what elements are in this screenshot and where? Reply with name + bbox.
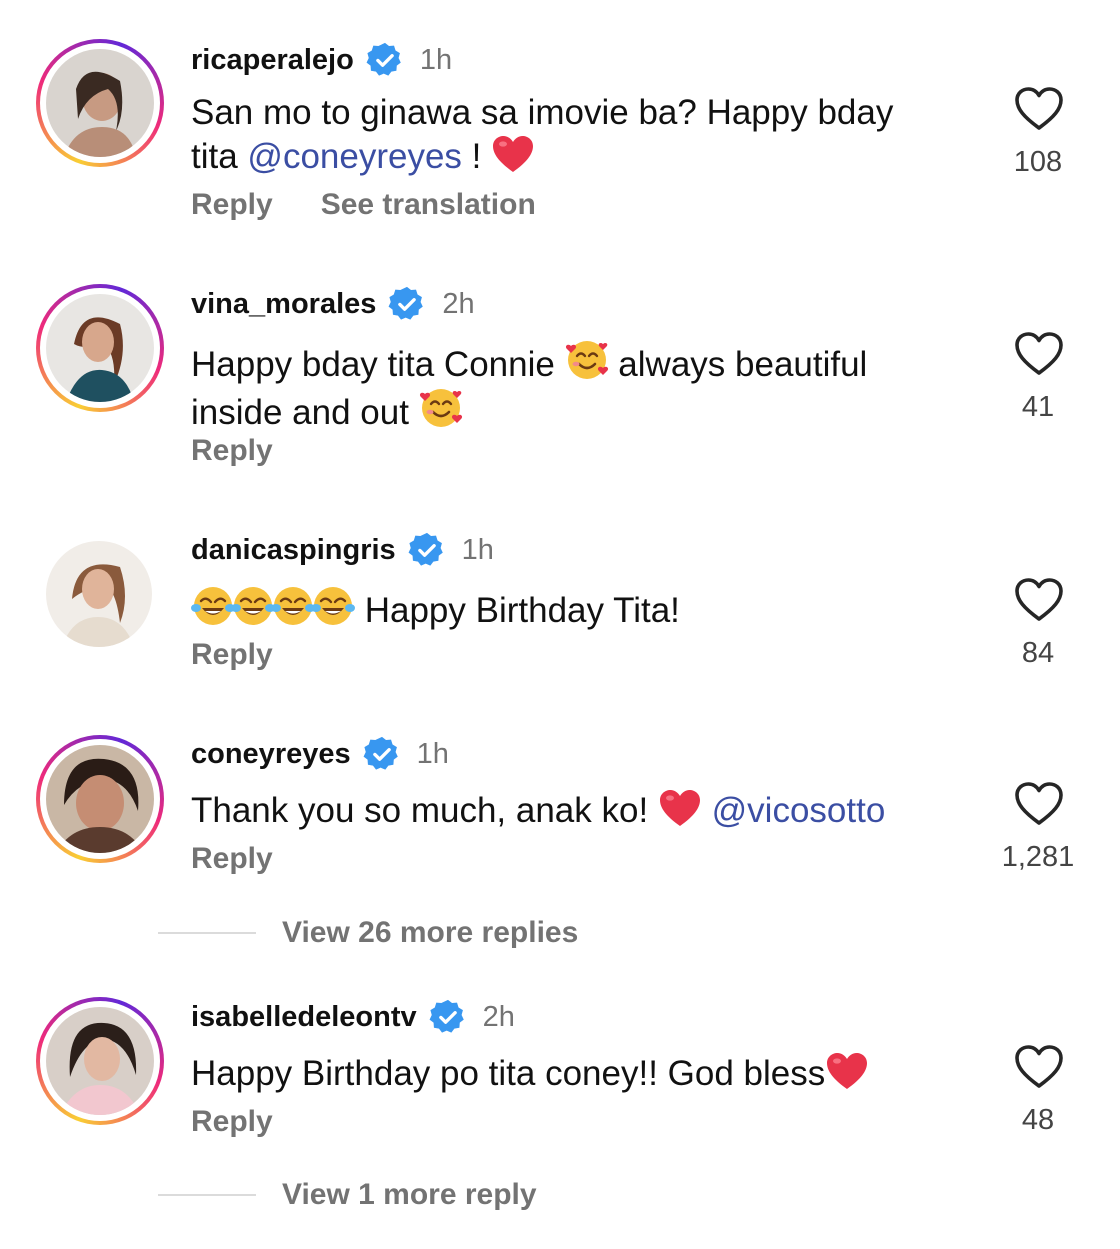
avatar-story-ring[interactable]: [36, 284, 164, 412]
view-replies-button[interactable]: View 1 more reply: [158, 1178, 537, 1212]
username[interactable]: vina_morales: [191, 288, 376, 321]
like-count: 108: [1013, 146, 1063, 178]
timestamp: 2h: [482, 1000, 515, 1033]
red-heart-emoji: [491, 134, 535, 174]
see-translation-button[interactable]: See translation: [321, 188, 536, 222]
verified-badge-icon: [429, 998, 467, 1036]
like-count: 41: [1021, 391, 1055, 423]
smiling-face-with-hearts-emoji: [419, 386, 463, 430]
avatar: [46, 294, 154, 402]
comment-text: Happy Birthday Tita!: [191, 584, 961, 632]
avatar-story-ring[interactable]: [36, 39, 164, 167]
red-heart-emoji: [658, 788, 702, 828]
comment-text: San mo to ginawa sa imovie ba? Happy bda…: [191, 93, 894, 176]
mention-link[interactable]: @vicosotto: [712, 791, 886, 830]
username[interactable]: ricaperalejo: [191, 44, 354, 77]
view-replies-label: View 1 more reply: [282, 1178, 537, 1211]
divider-line: [158, 932, 256, 934]
timestamp: 2h: [442, 287, 475, 320]
red-heart-emoji: [825, 1051, 869, 1091]
reply-button[interactable]: Reply: [191, 638, 273, 672]
mention-link[interactable]: @coneyreyes: [247, 137, 462, 176]
username[interactable]: danicaspingris: [191, 534, 396, 567]
verified-badge-icon: [366, 41, 404, 79]
like-count: 1,281: [1001, 841, 1075, 873]
username[interactable]: isabelledeleontv: [191, 1001, 417, 1034]
timestamp: 1h: [416, 737, 449, 770]
like-heart-icon[interactable]: [1014, 577, 1064, 623]
like-heart-icon[interactable]: [1014, 781, 1064, 827]
face-with-tears-of-joy-emoji: [271, 584, 315, 628]
avatar-story-ring[interactable]: [36, 997, 164, 1125]
reply-button[interactable]: Reply: [191, 188, 273, 222]
like-heart-icon[interactable]: [1014, 86, 1064, 132]
reply-button[interactable]: Reply: [191, 1105, 273, 1139]
comment-text: Happy bday tita Connie always beautiful …: [191, 338, 961, 434]
face-with-tears-of-joy-emoji: [231, 584, 275, 628]
reply-button[interactable]: Reply: [191, 842, 273, 876]
verified-badge-icon: [408, 531, 446, 569]
like-heart-icon[interactable]: [1014, 1044, 1064, 1090]
avatar[interactable]: [46, 541, 152, 647]
divider-line: [158, 1194, 256, 1196]
view-replies-button[interactable]: View 26 more replies: [158, 916, 578, 950]
verified-badge-icon: [363, 735, 401, 773]
avatar: [46, 49, 154, 157]
face-with-tears-of-joy-emoji: [191, 584, 235, 628]
avatar: [46, 1007, 154, 1115]
timestamp: 1h: [419, 43, 453, 76]
timestamp: 1h: [461, 533, 494, 566]
comment-text: Happy Birthday po tita coney!! God bless: [191, 1051, 961, 1095]
username[interactable]: coneyreyes: [191, 738, 351, 771]
avatar: [46, 745, 154, 853]
face-with-tears-of-joy-emoji: [311, 584, 355, 628]
like-heart-icon[interactable]: [1014, 331, 1064, 377]
like-count: 84: [1021, 637, 1055, 669]
view-replies-label: View 26 more replies: [282, 916, 579, 949]
verified-badge-icon: [388, 285, 426, 323]
reply-button[interactable]: Reply: [191, 434, 273, 468]
like-count: 48: [1021, 1104, 1055, 1136]
avatar-story-ring[interactable]: [36, 735, 164, 863]
smiling-face-with-hearts-emoji: [565, 338, 609, 382]
comment-text: Thank you so much, anak ko! @vicosotto: [191, 788, 961, 832]
